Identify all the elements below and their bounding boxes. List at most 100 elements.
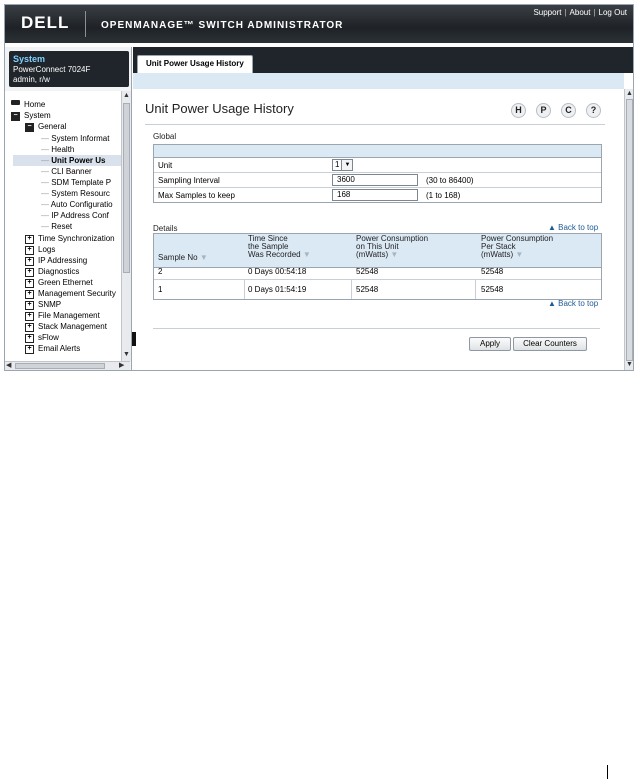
system-info-box: System PowerConnect 7024F admin, r/w	[9, 51, 129, 87]
tree-item-file-management[interactable]: + File Management	[25, 310, 100, 321]
max-samples-hint: (1 to 168)	[426, 191, 461, 200]
system-model: PowerConnect 7024F	[13, 65, 91, 74]
system-title: System	[13, 54, 46, 64]
clear-counters-button[interactable]: Clear Counters	[513, 337, 587, 351]
tree-item-cli-banner[interactable]: — CLI Banner	[41, 166, 92, 177]
expand-icon[interactable]: +	[25, 334, 34, 343]
sampling-interval-input[interactable]: 3600	[332, 174, 418, 186]
support-link[interactable]: Support	[533, 8, 561, 17]
tree-item-ip-addressing[interactable]: + IP Addressing	[25, 255, 87, 266]
system-user: admin, r/w	[13, 75, 50, 84]
column-header-time-since[interactable]: Time Since the Sample Was Recorded ▼	[248, 235, 311, 259]
tree-item-system-information[interactable]: — System Informat	[41, 133, 109, 144]
cell-power-unit: 52548	[356, 268, 379, 276]
tree-item-stack-management[interactable]: + Stack Management	[25, 321, 107, 332]
back-to-top-link[interactable]: ▲ Back to top	[548, 223, 598, 232]
expand-icon[interactable]: +	[25, 246, 34, 255]
cell-time-since: 0 Days 00:54:18	[248, 268, 307, 276]
page-footer-rule	[607, 765, 608, 779]
tab-bar: Unit Power Usage History	[133, 47, 633, 74]
navigation-tree: Home − System − General — System Informat …	[5, 91, 121, 361]
left-panel: System PowerConnect 7024F admin, r/w Hom…	[5, 47, 132, 370]
expand-icon[interactable]: +	[25, 301, 34, 310]
tree-vertical-scrollbar[interactable]: ▲ ▼	[121, 91, 131, 361]
tree-item-general[interactable]: − General	[25, 121, 66, 132]
cell-power-stack: 52548	[481, 285, 504, 294]
expand-icon[interactable]: +	[25, 290, 34, 299]
apply-button[interactable]: Apply	[469, 337, 511, 351]
expand-icon[interactable]: +	[25, 235, 34, 244]
print-icon[interactable]: P	[536, 103, 551, 118]
expand-icon[interactable]: +	[25, 323, 34, 332]
app-window: DELL OPENMANAGE™ SWITCH ADMINISTRATOR Su…	[4, 4, 634, 371]
details-table-header: Sample No ▼ Time Since the Sample Was Reco…	[154, 234, 601, 268]
tree-item-ip-address-config[interactable]: — IP Address Conf	[41, 210, 109, 221]
cell-power-stack: 52548	[481, 268, 504, 276]
tree-item-snmp[interactable]: + SNMP	[25, 299, 61, 310]
tree-vertical-scroll-thumb[interactable]	[123, 103, 130, 273]
tree-item-reset[interactable]: — Reset	[41, 221, 72, 232]
tree-item-time-synchronization[interactable]: + Time Synchronization	[25, 233, 115, 244]
tree-horizontal-scroll-thumb[interactable]	[15, 363, 105, 369]
panel-splitter-handle[interactable]	[132, 332, 136, 346]
max-samples-field[interactable]: 168	[332, 189, 418, 201]
tree-item-sflow[interactable]: + sFlow	[25, 332, 59, 343]
expand-icon[interactable]: +	[25, 279, 34, 288]
tree-item-health[interactable]: — Health	[41, 144, 74, 155]
tree-item-auto-configuration[interactable]: — Auto Configuratio	[41, 199, 113, 210]
page-title: Unit Power Usage History	[145, 101, 294, 116]
logout-link[interactable]: Log Out	[599, 8, 627, 17]
max-samples-input[interactable]: 168	[332, 189, 418, 201]
scroll-up-arrow-icon[interactable]: ▲	[626, 90, 633, 98]
main-vertical-scroll-thumb[interactable]	[626, 99, 633, 361]
scroll-down-arrow-icon[interactable]: ▼	[123, 351, 130, 359]
column-header-sample-no[interactable]: Sample No ▼	[158, 254, 208, 262]
cell-sample-no: 2	[158, 268, 163, 276]
sampling-interval-field[interactable]: 3600	[332, 174, 418, 186]
scroll-up-arrow-icon[interactable]: ▲	[123, 92, 130, 100]
scroll-left-arrow-icon[interactable]: ◀	[6, 362, 11, 370]
expand-icon[interactable]: +	[25, 312, 34, 321]
help-icon[interactable]: ?	[586, 103, 601, 118]
main-vertical-scrollbar[interactable]: ▲ ▼	[624, 89, 633, 370]
tab-unit-power-usage-history[interactable]: Unit Power Usage History	[137, 55, 253, 74]
tree-item-system[interactable]: − System	[11, 110, 51, 121]
column-header-power-stack[interactable]: Power Consumption Per Stack (mWatts) ▼	[481, 235, 553, 259]
footer-divider	[153, 328, 600, 329]
expand-icon[interactable]: +	[25, 257, 34, 266]
expand-icon[interactable]: +	[25, 268, 34, 277]
unit-select-value: 1	[332, 159, 343, 171]
title-divider	[145, 124, 605, 125]
chevron-down-icon[interactable]: ▼	[342, 159, 354, 171]
column-header-power-unit[interactable]: Power Consumption on This Unit (mWatts) ▼	[356, 235, 428, 259]
top-links: Support | About | Log Out	[533, 8, 627, 17]
tree-item-home[interactable]: Home	[11, 99, 45, 110]
tree-item-system-resources[interactable]: — System Resourc	[41, 188, 110, 199]
refresh-icon[interactable]: C	[561, 103, 576, 118]
tree-horizontal-scrollbar[interactable]: ◀ ▶	[5, 361, 130, 370]
tree-item-management-security[interactable]: + Management Security	[25, 288, 116, 299]
save-icon[interactable]: H	[511, 103, 526, 118]
tree-item-sdm-template[interactable]: — SDM Template P	[41, 177, 111, 188]
expand-icon[interactable]: +	[25, 345, 34, 354]
sampling-interval-label: Sampling Interval	[158, 176, 220, 185]
cell-time-since: 0 Days 01:54:19	[248, 285, 307, 294]
tree-item-unit-power-usage[interactable]: — Unit Power Us	[13, 155, 121, 166]
sampling-interval-hint: (30 to 86400)	[426, 176, 474, 185]
tree-item-diagnostics[interactable]: + Diagnostics	[25, 266, 79, 277]
back-to-top-link[interactable]: ▲ Back to top	[548, 299, 598, 308]
cell-power-unit: 52548	[356, 285, 379, 294]
sort-icon: ▼	[390, 250, 399, 259]
scroll-right-arrow-icon[interactable]: ▶	[119, 362, 124, 370]
about-link[interactable]: About	[570, 8, 591, 17]
collapse-icon[interactable]: −	[11, 112, 20, 121]
unit-row: Unit 1 ▼	[154, 158, 601, 173]
scroll-down-arrow-icon[interactable]: ▼	[626, 361, 633, 369]
unit-select[interactable]: 1 ▼	[332, 159, 354, 171]
tree-item-email-alerts[interactable]: + Email Alerts	[25, 343, 80, 354]
tab-content-band	[133, 73, 624, 89]
tree-item-logs[interactable]: + Logs	[25, 244, 55, 255]
unit-label: Unit	[158, 161, 173, 170]
tree-item-green-ethernet[interactable]: + Green Ethernet	[25, 277, 93, 288]
collapse-icon[interactable]: −	[25, 123, 34, 132]
